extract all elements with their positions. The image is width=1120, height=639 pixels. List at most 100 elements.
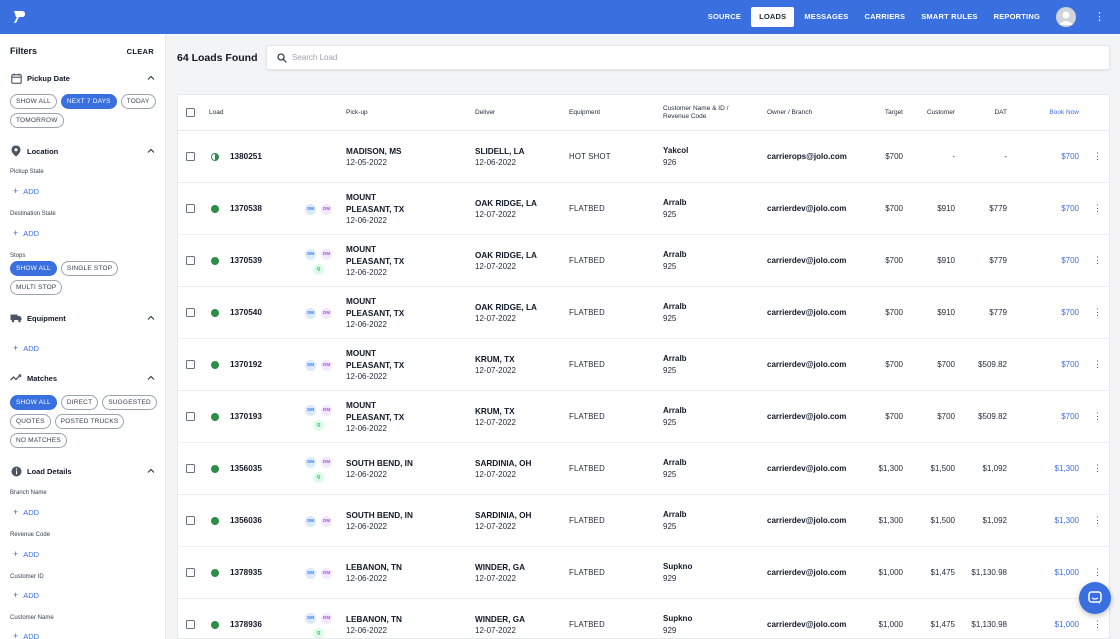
table-row[interactable]: 1370192 SM DM MOUNT PLEASANT, TX 12-06-2022 KR… bbox=[178, 339, 1109, 391]
chip-matches-show-all[interactable]: SHOW ALL bbox=[10, 395, 57, 410]
table-row[interactable]: 1370539 SM DM Q MOUNT PLEASANT, TX 12-06-2022 O… bbox=[178, 235, 1109, 287]
add-customer-id-button[interactable]: + ADD bbox=[13, 590, 39, 600]
row-more-icon[interactable]: ⋮ bbox=[1093, 152, 1102, 161]
chip-single-stop[interactable]: SINGLE STOP bbox=[60, 261, 119, 276]
row-more-icon[interactable]: ⋮ bbox=[1093, 412, 1102, 421]
load-number[interactable]: 1370540 bbox=[230, 308, 262, 317]
chip-today[interactable]: TODAY bbox=[120, 94, 156, 109]
table-row[interactable]: 1380251 MADISON, MS 12-05-2022 SLIDELL, LA 1… bbox=[178, 131, 1109, 183]
avatar[interactable] bbox=[1056, 7, 1076, 27]
row-checkbox[interactable] bbox=[186, 204, 195, 213]
header-deliver[interactable]: Deliver bbox=[475, 109, 495, 117]
row-more-icon[interactable]: ⋮ bbox=[1093, 620, 1102, 629]
book-now-link[interactable]: $1,000 bbox=[1019, 568, 1079, 577]
chip-tomorrow[interactable]: TOMORROW bbox=[10, 113, 64, 128]
section-location[interactable]: Location bbox=[10, 144, 156, 158]
load-number[interactable]: 1378936 bbox=[230, 620, 262, 629]
chip-multi-stop[interactable]: MULTI STOP bbox=[10, 280, 63, 295]
row-checkbox[interactable] bbox=[186, 516, 195, 525]
chevron-up-icon[interactable] bbox=[146, 466, 156, 476]
add-customer-name-button[interactable]: + ADD bbox=[13, 631, 39, 639]
table-row[interactable]: 1370538 SM DM MOUNT PLEASANT, TX 12-06-2022 OA… bbox=[178, 183, 1109, 235]
row-checkbox[interactable] bbox=[186, 412, 195, 421]
row-checkbox[interactable] bbox=[186, 308, 195, 317]
section-pickup-date[interactable]: Pickup Date bbox=[10, 71, 156, 85]
row-more-icon[interactable]: ⋮ bbox=[1093, 516, 1102, 525]
row-more-icon[interactable]: ⋮ bbox=[1093, 568, 1102, 577]
book-now-link[interactable]: $1,000 bbox=[1019, 620, 1079, 629]
header-book-now[interactable]: Book Now bbox=[1019, 109, 1079, 117]
nav-loads[interactable]: LOADS bbox=[751, 7, 795, 27]
row-checkbox[interactable] bbox=[186, 568, 195, 577]
book-now-link[interactable]: $700 bbox=[1019, 204, 1079, 213]
nav-reporting[interactable]: REPORTING bbox=[988, 7, 1046, 27]
chip-quotes[interactable]: QUOTES bbox=[10, 414, 51, 429]
row-checkbox[interactable] bbox=[186, 256, 195, 265]
header-owner[interactable]: Owner / Branch bbox=[767, 109, 812, 117]
table-row[interactable]: 1370193 SM DM Q MOUNT PLEASANT, TX 12-06-2022 K… bbox=[178, 391, 1109, 443]
add-branch-name-button[interactable]: + ADD bbox=[13, 507, 39, 517]
book-now-link[interactable]: $700 bbox=[1019, 152, 1079, 161]
load-number[interactable]: 1370193 bbox=[230, 412, 262, 421]
chat-launcher-button[interactable] bbox=[1079, 582, 1111, 614]
header-customer[interactable]: Customer bbox=[895, 109, 955, 117]
add-revenue-code-button[interactable]: + ADD bbox=[13, 549, 39, 559]
table-row[interactable]: 1378936 SM DM Q LEBANON, TN 12-06-2022 WINDER,… bbox=[178, 599, 1109, 638]
section-load-details[interactable]: Load Details bbox=[10, 464, 156, 478]
book-now-link[interactable]: $1,300 bbox=[1019, 516, 1079, 525]
table-row[interactable]: 1356036 SM DM SOUTH BEND, IN 12-06-2022 SARDI… bbox=[178, 495, 1109, 547]
header-dat[interactable]: DAT bbox=[947, 109, 1007, 117]
chip-direct[interactable]: DIRECT bbox=[60, 395, 99, 410]
table-row[interactable]: 1370540 SM DM MOUNT PLEASANT, TX 12-06-2022 OA… bbox=[178, 287, 1109, 339]
load-number[interactable]: 1356035 bbox=[230, 464, 262, 473]
add-pickup-state-button[interactable]: + ADD bbox=[13, 186, 39, 196]
chip-next-7-days[interactable]: NEXT 7 DAYS bbox=[60, 94, 117, 109]
header-pickup[interactable]: Pick-up bbox=[346, 109, 368, 117]
chip-stops-show-all[interactable]: SHOW ALL bbox=[10, 261, 57, 276]
chip-show-all[interactable]: SHOW ALL bbox=[10, 94, 57, 109]
row-more-icon[interactable]: ⋮ bbox=[1093, 464, 1102, 473]
load-number[interactable]: 1370539 bbox=[230, 256, 262, 265]
row-more-icon[interactable]: ⋮ bbox=[1093, 360, 1102, 369]
row-more-icon[interactable]: ⋮ bbox=[1093, 204, 1102, 213]
book-now-link[interactable]: $700 bbox=[1019, 360, 1079, 369]
chip-no-matches[interactable]: NO MATCHES bbox=[10, 433, 67, 448]
clear-filters-button[interactable]: CLEAR bbox=[127, 47, 154, 56]
book-now-link[interactable]: $700 bbox=[1019, 256, 1079, 265]
add-equipment-button[interactable]: + ADD bbox=[13, 343, 39, 353]
table-row[interactable]: 1356035 SM DM Q SOUTH BEND, IN 12-06-2022 SARD… bbox=[178, 443, 1109, 495]
chip-suggested[interactable]: SUGGESTED bbox=[102, 395, 157, 410]
load-number[interactable]: 1370192 bbox=[230, 360, 262, 369]
row-checkbox[interactable] bbox=[186, 464, 195, 473]
book-now-link[interactable]: $700 bbox=[1019, 308, 1079, 317]
load-number[interactable]: 1378935 bbox=[230, 568, 262, 577]
logo-icon[interactable] bbox=[12, 9, 26, 25]
row-more-icon[interactable]: ⋮ bbox=[1093, 256, 1102, 265]
nav-smart-rules[interactable]: SMART RULES bbox=[915, 7, 983, 27]
select-all-checkbox[interactable] bbox=[186, 108, 195, 117]
row-checkbox[interactable] bbox=[186, 360, 195, 369]
header-equipment[interactable]: Equipment bbox=[569, 109, 600, 117]
row-checkbox[interactable] bbox=[186, 620, 195, 629]
nav-source[interactable]: SOURCE bbox=[702, 7, 747, 27]
row-checkbox[interactable] bbox=[186, 152, 195, 161]
more-menu-icon[interactable]: ⋮ bbox=[1094, 11, 1105, 23]
row-more-icon[interactable]: ⋮ bbox=[1093, 308, 1102, 317]
chevron-up-icon[interactable] bbox=[146, 313, 156, 323]
chevron-up-icon[interactable] bbox=[146, 73, 156, 83]
header-target[interactable]: Target bbox=[843, 109, 903, 117]
chevron-up-icon[interactable] bbox=[146, 373, 156, 383]
nav-carriers[interactable]: CARRIERS bbox=[858, 7, 911, 27]
search-input[interactable] bbox=[292, 53, 1072, 62]
header-load[interactable]: Load bbox=[209, 109, 223, 117]
chevron-up-icon[interactable] bbox=[146, 146, 156, 156]
header-customer-line1[interactable]: Customer Name & ID / bbox=[663, 105, 728, 113]
load-number[interactable]: 1356036 bbox=[230, 516, 262, 525]
load-number[interactable]: 1370538 bbox=[230, 204, 262, 213]
chip-posted-trucks[interactable]: POSTED TRUCKS bbox=[54, 414, 125, 429]
book-now-link[interactable]: $700 bbox=[1019, 412, 1079, 421]
book-now-link[interactable]: $1,300 bbox=[1019, 464, 1079, 473]
load-number[interactable]: 1380251 bbox=[230, 152, 262, 161]
section-equipment[interactable]: Equipment bbox=[10, 311, 156, 325]
add-destination-state-button[interactable]: + ADD bbox=[13, 228, 39, 238]
